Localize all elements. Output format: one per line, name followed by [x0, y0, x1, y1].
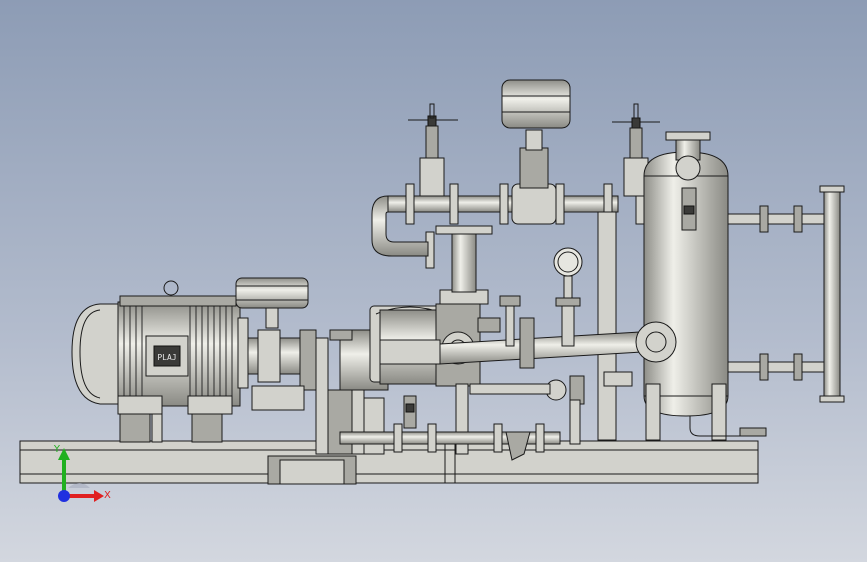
motor-nameplate: PLAJ: [157, 353, 176, 362]
level-gauge-column: [727, 185, 845, 403]
pressure-gauge: [553, 247, 583, 347]
electric-motor: PLAJ: [71, 280, 249, 443]
manual-valve-left: [408, 103, 458, 197]
triad-x-label: X: [104, 490, 111, 501]
discharge-riser: [425, 225, 493, 293]
shaft-coupling: [247, 329, 317, 411]
pump-skid-cad-view: PLAJ Y X: [19, 79, 845, 502]
pipe-support-column: [597, 211, 617, 441]
triad-y-label: Y: [53, 444, 61, 455]
separator-vessel: [643, 131, 740, 441]
